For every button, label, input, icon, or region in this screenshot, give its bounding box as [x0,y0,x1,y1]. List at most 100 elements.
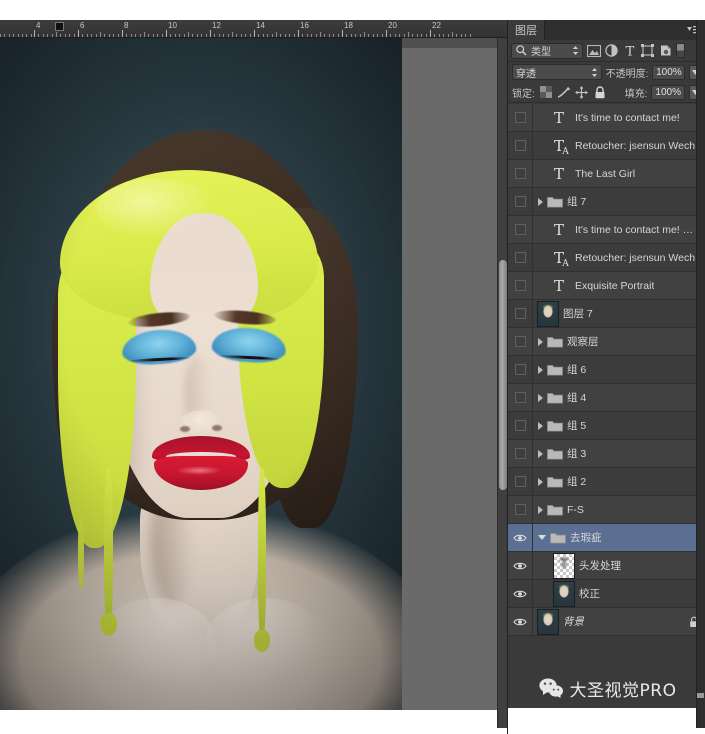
panel-resize-grip[interactable] [697,693,704,698]
stepper-arrows-icon[interactable] [591,67,598,78]
lock-image-pixels-icon[interactable] [557,85,571,99]
eye-hidden-icon[interactable] [515,280,526,291]
layer-row[interactable]: TIt's time to contact me! [508,104,705,132]
layer-visibility-toggle[interactable] [508,244,533,271]
layer-visibility-toggle[interactable] [508,272,533,299]
chevron-right-icon[interactable] [538,450,543,458]
layer-visibility-toggle[interactable] [508,552,533,579]
chevron-right-icon[interactable] [538,478,543,486]
layer-row[interactable]: 组 6 [508,356,705,384]
layer-thumbnail[interactable] [537,301,559,327]
layer-visibility-toggle[interactable] [508,216,533,243]
lock-all-icon[interactable] [593,85,607,99]
layer-visibility-toggle[interactable] [508,608,533,635]
layer-row-body[interactable]: 组 2 [533,468,705,495]
layer-list[interactable]: TIt's time to contact me!TARetoucher: js… [508,104,705,688]
layer-row[interactable]: TARetoucher: jsensun Wech… [508,132,705,160]
shape-filter-icon[interactable] [640,43,655,58]
eye-hidden-icon[interactable] [515,140,526,151]
layer-row-body[interactable]: F-S [533,496,705,523]
chevron-right-icon[interactable] [538,338,543,346]
eye-visible-icon[interactable] [513,561,527,571]
lock-transparent-pixels-icon[interactable] [539,85,553,99]
layer-visibility-toggle[interactable] [508,328,533,355]
layer-row[interactable]: 校正 [508,580,705,608]
layer-row-body[interactable]: 组 5 [533,412,705,439]
layer-row-body[interactable]: 头发处理 [533,552,705,579]
layer-row-body[interactable]: 组 4 [533,384,705,411]
layer-row[interactable]: 组 5 [508,412,705,440]
layer-visibility-toggle[interactable] [508,524,533,551]
layer-row-body[interactable]: 组 6 [533,356,705,383]
layer-filter-kind-select[interactable]: 类型 [511,43,583,59]
layer-row[interactable]: TExquisite Portrait [508,272,705,300]
layer-row-body[interactable]: TIt's time to contact me! … [533,216,705,243]
layer-row-body[interactable]: 组 7 [533,188,705,215]
eye-visible-icon[interactable] [513,589,527,599]
document-canvas-area[interactable]: 46810121416182022 [0,20,507,734]
eye-visible-icon[interactable] [513,533,527,543]
layer-row[interactable]: TThe Last Girl [508,160,705,188]
layer-row[interactable]: 去瑕疵 [508,524,705,552]
eye-hidden-icon[interactable] [515,252,526,263]
layer-thumbnail[interactable] [537,609,559,635]
layer-visibility-toggle[interactable] [508,496,533,523]
eye-hidden-icon[interactable] [515,224,526,235]
layer-visibility-toggle[interactable] [508,440,533,467]
layer-row[interactable]: 观察层 [508,328,705,356]
eye-hidden-icon[interactable] [515,196,526,207]
layer-row[interactable]: 组 2 [508,468,705,496]
layer-row-body[interactable]: TThe Last Girl [533,160,705,187]
eye-hidden-icon[interactable] [515,308,526,319]
layer-row[interactable]: F-S [508,496,705,524]
layer-visibility-toggle[interactable] [508,580,533,607]
eye-visible-icon[interactable] [513,617,527,627]
layer-visibility-toggle[interactable] [508,160,533,187]
layer-row[interactable]: 头发处理 [508,552,705,580]
layer-row-body[interactable]: 观察层 [533,328,705,355]
layer-thumbnail[interactable] [553,581,575,607]
layer-row-body[interactable]: TExquisite Portrait [533,272,705,299]
opacity-value[interactable]: 100% [652,65,685,80]
layer-row-body[interactable]: TIt's time to contact me! [533,104,705,131]
filter-enable-toggle[interactable] [676,43,685,58]
stepper-arrows-icon[interactable] [572,45,579,56]
lock-position-icon[interactable] [575,85,589,99]
layer-row[interactable]: TIt's time to contact me! … [508,216,705,244]
layer-row-body[interactable]: TARetoucher: jsensun Wech… [533,132,705,159]
layer-row[interactable]: 背景 [508,608,705,636]
layer-visibility-toggle[interactable] [508,188,533,215]
pixel-filter-icon[interactable] [586,43,601,58]
horizontal-ruler[interactable]: 46810121416182022 [0,20,507,38]
eye-hidden-icon[interactable] [515,448,526,459]
type-filter-icon[interactable]: T [622,43,637,58]
layer-row-body[interactable]: 背景 [533,608,705,635]
blend-mode-select[interactable]: 穿透 [512,64,602,80]
layer-row[interactable]: 图层 7 [508,300,705,328]
chevron-right-icon[interactable] [538,394,543,402]
layer-row[interactable]: 组 7 [508,188,705,216]
layer-row[interactable]: TARetoucher: jsensun Wech… [508,244,705,272]
layer-row-body[interactable]: TARetoucher: jsensun Wech… [533,244,705,271]
fill-value[interactable]: 100% [651,85,685,100]
layer-visibility-toggle[interactable] [508,132,533,159]
layer-row-body[interactable]: 去瑕疵 [533,524,705,551]
eye-hidden-icon[interactable] [515,476,526,487]
eye-hidden-icon[interactable] [515,392,526,403]
vertical-scrollbar-thumb[interactable] [499,260,507,490]
layer-row[interactable]: 组 3 [508,440,705,468]
eye-hidden-icon[interactable] [515,420,526,431]
chevron-right-icon[interactable] [538,506,543,514]
eye-hidden-icon[interactable] [515,336,526,347]
layer-row-body[interactable]: 图层 7 [533,300,705,327]
layer-visibility-toggle[interactable] [508,300,533,327]
layer-row-body[interactable]: 组 3 [533,440,705,467]
adjustment-filter-icon[interactable] [604,43,619,58]
layer-visibility-toggle[interactable] [508,384,533,411]
vertical-scrollbar[interactable] [497,38,507,728]
chevron-right-icon[interactable] [538,422,543,430]
layer-thumbnail[interactable] [553,553,575,579]
layer-row[interactable]: 组 4 [508,384,705,412]
eye-hidden-icon[interactable] [515,112,526,123]
chevron-right-icon[interactable] [538,198,543,206]
